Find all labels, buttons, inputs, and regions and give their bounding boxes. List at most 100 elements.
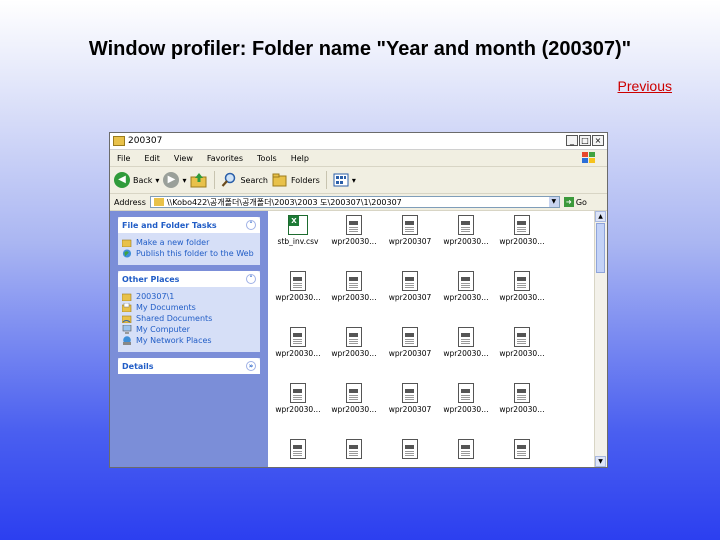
- new-folder-icon: [122, 239, 132, 247]
- file-item[interactable]: wpr200307: [382, 325, 438, 358]
- minimize-button[interactable]: _: [566, 135, 578, 146]
- file-label: wpr200307: [388, 237, 432, 246]
- title-bar[interactable]: 200307 _ □ ×: [110, 133, 607, 150]
- menu-favorites[interactable]: Favorites: [200, 154, 250, 163]
- file-label: wpr20030…: [331, 237, 377, 246]
- document-file-icon: [290, 271, 306, 291]
- file-item[interactable]: wpr20030…: [438, 269, 494, 302]
- document-file-icon: [290, 439, 306, 459]
- spreadsheet-file-icon: [288, 215, 308, 235]
- up-folder-button[interactable]: [190, 172, 208, 188]
- chevron-down-icon[interactable]: ▾: [352, 176, 356, 185]
- file-label: wpr20030…: [499, 349, 545, 358]
- folders-label: Folders: [290, 175, 320, 185]
- close-button[interactable]: ×: [592, 135, 604, 146]
- tasks-pane: File and Folder Tasks ˄ Make a new folde…: [110, 211, 268, 467]
- go-button[interactable]: ➜ Go: [563, 197, 587, 207]
- scroll-up-button[interactable]: ▲: [595, 211, 606, 222]
- menu-tools[interactable]: Tools: [250, 154, 284, 163]
- chevron-down-icon[interactable]: ▾: [182, 176, 186, 185]
- toolbar-separator: [214, 171, 216, 189]
- my-documents-icon: [122, 303, 132, 312]
- file-item[interactable]: wpr20030…: [326, 213, 382, 246]
- file-item[interactable]: wpr200307: [382, 213, 438, 246]
- file-folder-tasks-panel: File and Folder Tasks ˄ Make a new folde…: [118, 217, 260, 265]
- views-button[interactable]: ▾: [333, 172, 356, 188]
- file-item[interactable]: wpr20030…: [438, 381, 494, 414]
- panel-header[interactable]: Details »: [118, 358, 260, 374]
- other-places-panel: Other Places ˄ 200307\1 My Documents Sha…: [118, 271, 260, 352]
- file-item[interactable]: wpr20030…: [326, 325, 382, 358]
- file-item[interactable]: wpr20030…: [494, 213, 550, 246]
- folders-button[interactable]: Folders: [272, 172, 320, 188]
- panel-header[interactable]: Other Places ˄: [118, 271, 260, 287]
- file-item[interactable]: wpr200307: [382, 381, 438, 414]
- file-item[interactable]: [382, 437, 438, 461]
- place-my-computer[interactable]: My Computer: [122, 325, 256, 334]
- file-item[interactable]: wpr20030…: [326, 381, 382, 414]
- file-item[interactable]: wpr20030…: [438, 325, 494, 358]
- file-label: wpr200307: [388, 293, 432, 302]
- file-item[interactable]: [438, 437, 494, 461]
- views-grid-icon: [333, 173, 349, 187]
- file-item[interactable]: [326, 437, 382, 461]
- collapse-icon[interactable]: ˄: [246, 220, 256, 230]
- place-label: My Computer: [136, 325, 190, 334]
- file-item[interactable]: wpr20030…: [270, 381, 326, 414]
- place-my-documents[interactable]: My Documents: [122, 303, 256, 312]
- menu-view[interactable]: View: [167, 154, 200, 163]
- file-item[interactable]: wpr20030…: [270, 325, 326, 358]
- vertical-scrollbar[interactable]: ▲ ▼: [594, 211, 607, 467]
- file-item[interactable]: [494, 437, 550, 461]
- task-publish-web[interactable]: Publish this folder to the Web: [122, 249, 256, 258]
- file-label: wpr20030…: [443, 349, 489, 358]
- file-label: stb_inv.csv: [277, 237, 319, 246]
- place-my-network-places[interactable]: My Network Places: [122, 336, 256, 345]
- back-arrow-icon: ◀: [114, 172, 130, 188]
- document-file-icon: [346, 383, 362, 403]
- maximize-button[interactable]: □: [579, 135, 591, 146]
- scroll-down-button[interactable]: ▼: [595, 456, 606, 467]
- file-label: wpr20030…: [499, 405, 545, 414]
- forward-button[interactable]: ▶ ▾: [163, 172, 186, 188]
- file-item[interactable]: wpr20030…: [494, 269, 550, 302]
- chevron-down-icon[interactable]: ▼: [548, 197, 559, 207]
- panel-header[interactable]: File and Folder Tasks ˄: [118, 217, 260, 233]
- document-file-icon: [514, 271, 530, 291]
- document-file-icon: [290, 383, 306, 403]
- file-list-view: stb_inv.csv wpr20030… wpr200307 wpr20030… wp…: [268, 211, 595, 467]
- collapse-icon[interactable]: ˄: [246, 274, 256, 284]
- file-item[interactable]: wpr20030…: [494, 325, 550, 358]
- go-arrow-icon: ➜: [563, 197, 574, 207]
- file-item[interactable]: wpr20030…: [438, 213, 494, 246]
- place-shared-documents[interactable]: Shared Documents: [122, 314, 256, 323]
- previous-link[interactable]: Previous: [618, 78, 672, 94]
- file-item[interactable]: wpr200307: [382, 269, 438, 302]
- file-label: wpr20030…: [331, 349, 377, 358]
- up-folder-icon: [190, 173, 207, 188]
- chevron-down-icon[interactable]: ▾: [155, 176, 159, 185]
- file-item[interactable]: [270, 437, 326, 461]
- file-label: wpr20030…: [443, 405, 489, 414]
- folders-icon: [272, 173, 287, 187]
- menu-file[interactable]: File: [110, 154, 137, 163]
- task-label: Publish this folder to the Web: [136, 249, 254, 258]
- back-button[interactable]: ◀ Back ▾: [114, 172, 159, 188]
- search-button[interactable]: Search: [221, 172, 268, 188]
- expand-icon[interactable]: »: [246, 361, 256, 371]
- document-file-icon: [514, 327, 530, 347]
- shared-folder-icon: [122, 315, 132, 323]
- file-item[interactable]: wpr20030…: [494, 381, 550, 414]
- file-item[interactable]: wpr20030…: [326, 269, 382, 302]
- task-make-new-folder[interactable]: Make a new folder: [122, 238, 256, 247]
- document-file-icon: [402, 383, 418, 403]
- file-item[interactable]: stb_inv.csv: [270, 213, 326, 246]
- file-item[interactable]: wpr20030…: [270, 269, 326, 302]
- scroll-thumb[interactable]: [596, 223, 605, 273]
- menu-help[interactable]: Help: [284, 154, 316, 163]
- forward-arrow-icon: ▶: [163, 172, 180, 188]
- menu-edit[interactable]: Edit: [137, 154, 167, 163]
- place-parent-folder[interactable]: 200307\1: [122, 292, 256, 301]
- document-file-icon: [514, 439, 530, 459]
- address-input[interactable]: \\Kobo422\공개폴더\공개폴더\2003\2003 도\200307\1…: [149, 196, 560, 208]
